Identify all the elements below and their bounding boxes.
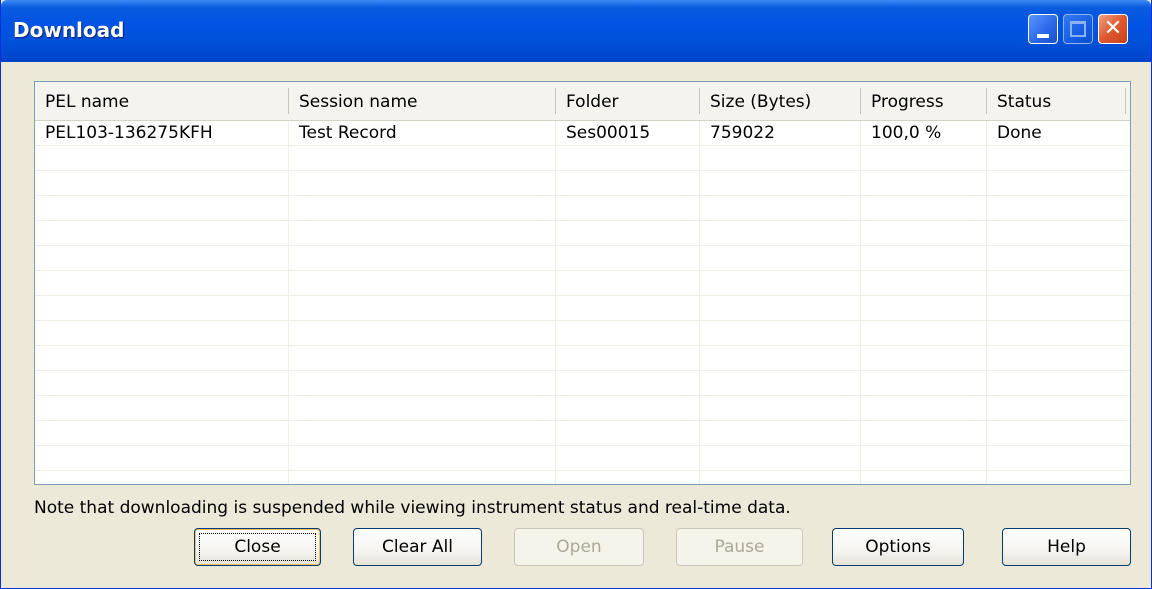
empty-row: [35, 196, 1130, 221]
pause-button: Pause: [676, 528, 803, 566]
cell-status: Done: [997, 123, 1042, 143]
cell-progress: 100,0 %: [871, 123, 942, 143]
empty-row: [35, 346, 1130, 371]
empty-row: [35, 321, 1130, 346]
maximize-button: [1063, 14, 1093, 44]
cell-folder: Ses00015: [566, 123, 651, 143]
pause-button-label: Pause: [714, 537, 765, 557]
close-window-button[interactable]: ✕: [1098, 14, 1128, 44]
cell-session-name: Test Record: [299, 123, 397, 143]
column-header-pel-name[interactable]: PEL name: [35, 82, 288, 120]
empty-row: [35, 446, 1130, 471]
list-rows: PEL103-136275KFH Test Record Ses00015 75…: [35, 121, 1130, 471]
close-button[interactable]: Close: [194, 528, 321, 566]
empty-row: [35, 146, 1130, 171]
column-header-size[interactable]: Size (Bytes): [700, 82, 860, 120]
help-button-label: Help: [1047, 537, 1086, 557]
window-title: Download: [13, 18, 125, 42]
options-button-label: Options: [865, 537, 931, 557]
minimize-icon: [1037, 34, 1049, 38]
close-button-label: Close: [234, 537, 281, 557]
column-divider[interactable]: [1125, 88, 1126, 114]
clear-all-button-label: Clear All: [382, 537, 453, 557]
empty-row: [35, 421, 1130, 446]
cell-pel-name: PEL103-136275KFH: [45, 123, 213, 143]
empty-row: [35, 246, 1130, 271]
empty-row: [35, 271, 1130, 296]
minimize-button[interactable]: [1028, 14, 1058, 44]
options-button[interactable]: Options: [832, 528, 964, 566]
column-header-status[interactable]: Status: [987, 82, 1127, 120]
clear-all-button[interactable]: Clear All: [353, 528, 482, 566]
cell-size: 759022: [710, 123, 775, 143]
column-header-session-name[interactable]: Session name: [289, 82, 555, 120]
maximize-icon: [1070, 21, 1086, 37]
list-header: PEL name Session name Folder Size (Bytes…: [35, 82, 1130, 121]
column-header-progress[interactable]: Progress: [861, 82, 986, 120]
column-header-folder[interactable]: Folder: [556, 82, 699, 120]
open-button-label: Open: [556, 537, 602, 557]
empty-row: [35, 371, 1130, 396]
empty-row: [35, 296, 1130, 321]
table-row[interactable]: PEL103-136275KFH Test Record Ses00015 75…: [35, 121, 1130, 146]
title-bar[interactable]: Download ✕: [1, 0, 1151, 62]
download-window: Download ✕ PEL name Session name Folder …: [0, 0, 1152, 589]
close-icon: ✕: [1103, 16, 1123, 41]
empty-row: [35, 221, 1130, 246]
download-list[interactable]: PEL name Session name Folder Size (Bytes…: [34, 81, 1131, 485]
download-note: Note that downloading is suspended while…: [34, 498, 791, 518]
empty-row: [35, 396, 1130, 421]
help-button[interactable]: Help: [1002, 528, 1131, 566]
empty-row: [35, 171, 1130, 196]
open-button: Open: [514, 528, 644, 566]
